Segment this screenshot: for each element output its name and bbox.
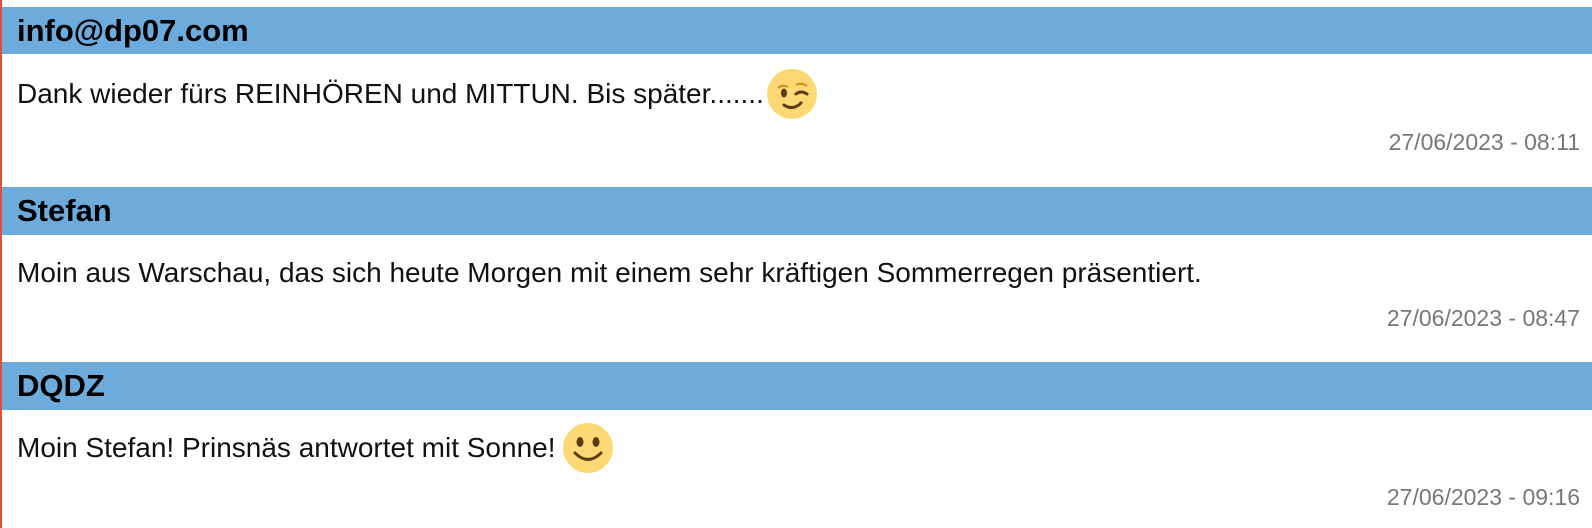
entry-message: Dank wieder fürs REINHÖREN und MITTUN. B…	[2, 54, 1592, 134]
entry-date: 27/06/2023 - 08:47	[1386, 305, 1580, 331]
entry-date: 27/06/2023 - 08:11	[1388, 129, 1580, 155]
entry-message-text: Dank wieder fürs REINHÖREN und MITTUN. B…	[17, 78, 764, 109]
entry-message: Moin aus Warschau, das sich heute Morgen…	[2, 235, 1592, 311]
entry-message-text: Moin aus Warschau, das sich heute Morgen…	[17, 257, 1202, 288]
entry-message: Moin Stefan! Prinsnäs antwortet mit Sonn…	[2, 410, 1592, 486]
winking-face-icon	[766, 69, 817, 119]
guestbook-entry: info@dp07.com Dank wieder fürs REINHÖREN…	[2, 7, 1592, 155]
entry-author: info@dp07.com	[2, 7, 1592, 54]
entry-message-text: Moin Stefan! Prinsnäs antwortet mit Sonn…	[17, 432, 556, 463]
smiling-face-icon	[562, 423, 613, 473]
guestbook-entry: Stefan Moin aus Warschau, das sich heute…	[2, 187, 1592, 331]
guestbook-entry: DQDZ Moin Stefan! Prinsnäs antwortet mit…	[2, 362, 1592, 510]
entry-author: Stefan	[2, 187, 1592, 235]
entry-author: DQDZ	[2, 362, 1592, 410]
entry-date: 27/06/2023 - 09:16	[1386, 484, 1580, 510]
